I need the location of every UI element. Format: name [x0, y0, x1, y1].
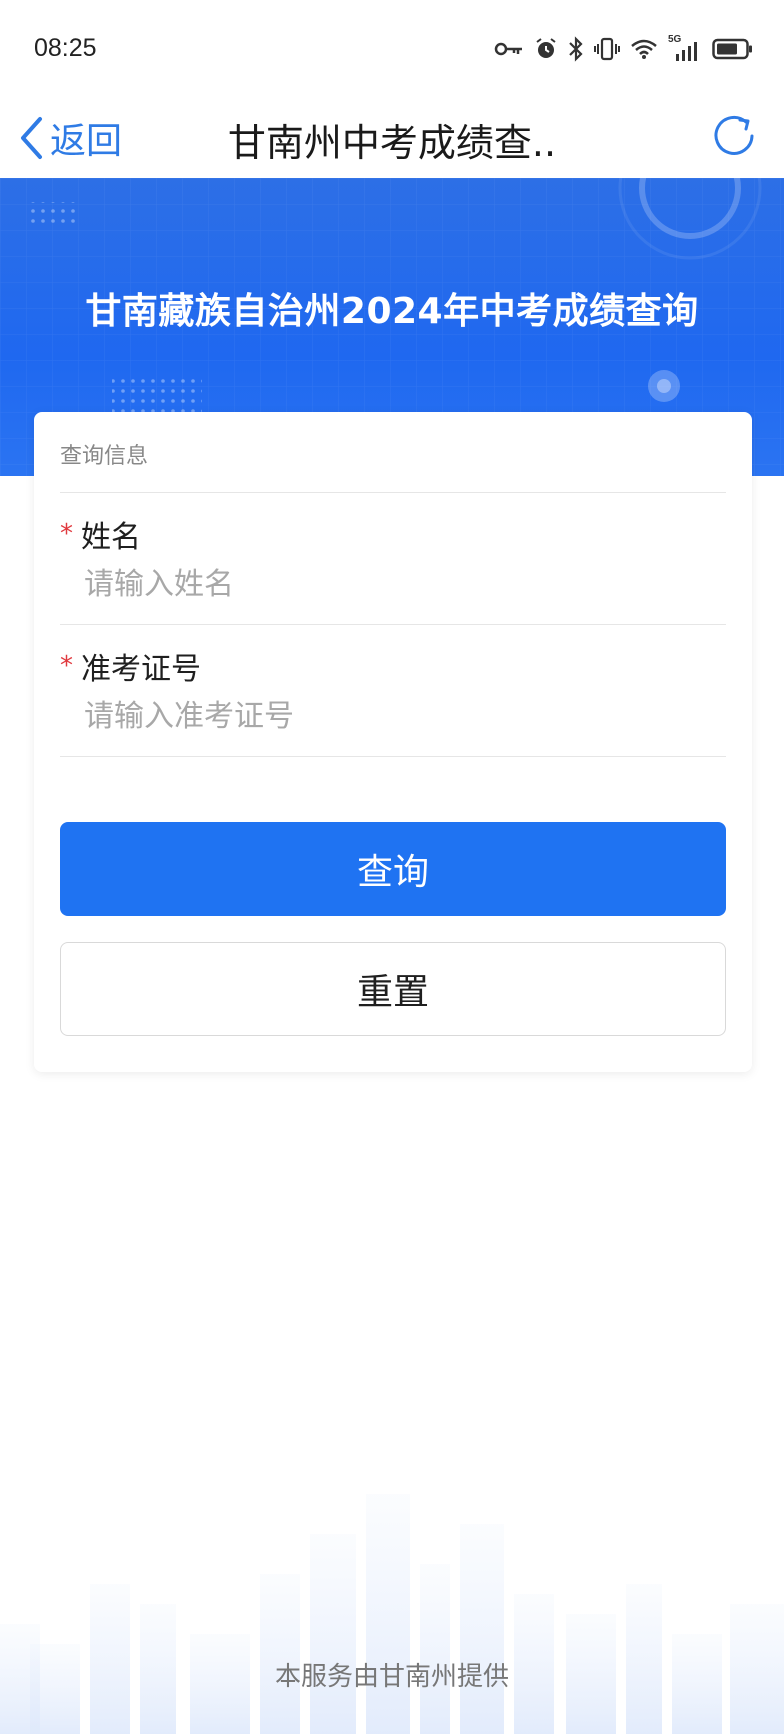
alarm-icon: [536, 38, 556, 58]
query-form-card: 查询信息 * 姓名 * 准考证号 查询 重置: [34, 412, 752, 1072]
chevron-left-icon: [21, 117, 42, 159]
vibrate-icon: [594, 37, 620, 61]
reset-button[interactable]: 重置: [60, 942, 726, 1036]
refresh-icon[interactable]: [710, 112, 758, 160]
city-skyline-illustration: [0, 1494, 784, 1734]
exam-number-field-label: * 准考证号: [60, 644, 201, 688]
wifi-icon: [631, 39, 657, 59]
back-button[interactable]: 返回: [18, 110, 122, 166]
key-icon: [494, 42, 522, 56]
footer-text: 本服务由甘南州提供: [274, 1662, 509, 1692]
divider: [60, 756, 726, 757]
bluetooth-icon: [569, 36, 583, 62]
name-label: 姓名: [81, 520, 141, 555]
back-label: 返回: [50, 121, 123, 162]
nav-bar: 返回 甘南州中考成绩查..: [0, 100, 784, 178]
banner-title: 甘南藏族自治州2024年中考成绩查询: [85, 291, 699, 332]
status-time: 08:25: [34, 34, 97, 62]
exam-number-label: 准考证号: [81, 652, 201, 687]
section-title: 查询信息: [60, 444, 149, 469]
page-title: 甘南州中考成绩查..: [227, 121, 557, 165]
required-mark: *: [60, 651, 73, 681]
required-mark: *: [60, 519, 73, 549]
divider: [60, 624, 726, 625]
battery-icon: [712, 38, 752, 60]
name-input[interactable]: [84, 560, 704, 608]
exam-number-input[interactable]: [84, 692, 704, 740]
name-field-label: * 姓名: [60, 512, 141, 556]
signal-icon: 5G: [668, 34, 702, 62]
query-button[interactable]: 查询: [60, 822, 726, 916]
divider: [60, 492, 726, 493]
status-bar: 08:25 5G: [0, 0, 784, 100]
status-icons: 5G: [494, 34, 754, 64]
